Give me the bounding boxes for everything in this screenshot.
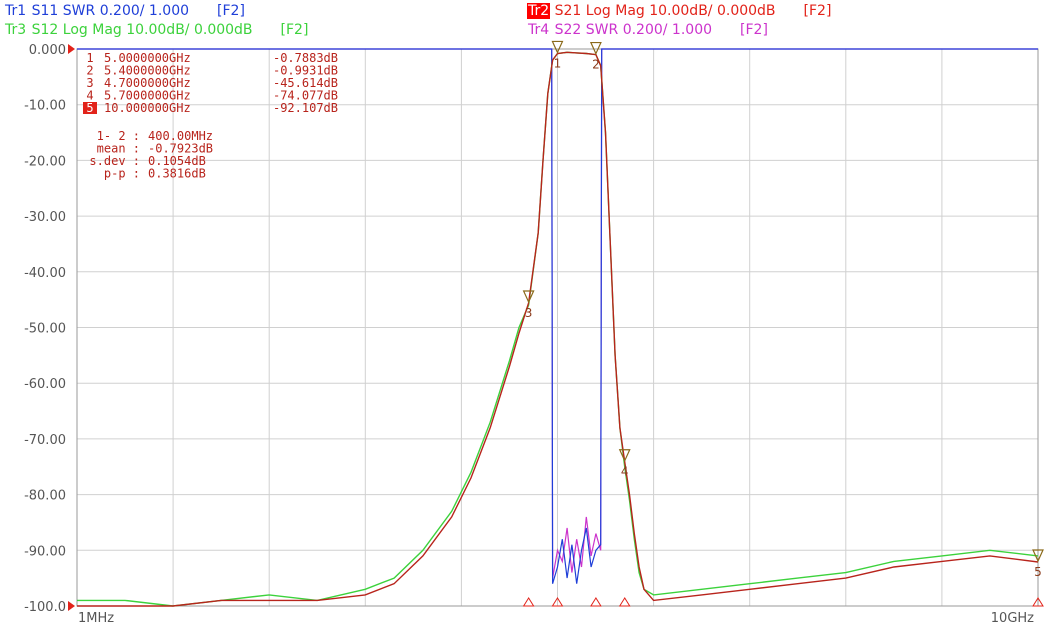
y-tick-labels: 0.000 -10.00 -20.00 -30.00 -40.00 -50.00 -60.0… <box>24 43 75 615</box>
y-tick-label: -80.00 <box>24 489 66 504</box>
x-stop-label: 10GHz <box>991 611 1034 624</box>
y-tick-label: -100.0 <box>24 600 66 615</box>
y-tick-label: -70.00 <box>24 433 66 448</box>
y-tick-label: -40.00 <box>24 266 66 281</box>
marker-row-freq: 10.000000GHz <box>104 101 191 115</box>
y-tick-label: 0.000 <box>29 43 66 58</box>
y-tick-label: -10.00 <box>24 99 66 114</box>
marker-table: 1 5.0000000GHz -0.7883dB2 5.4000000GHz -0.99… <box>83 51 338 181</box>
y-tick-label: -30.00 <box>24 210 66 225</box>
sparameter-plot[interactable]: 0.000 -10.00 -20.00 -30.00 -40.00 -50.00 -60.0… <box>0 0 1045 624</box>
ref-arrow-icon <box>68 44 75 54</box>
marker-1-label: 1 <box>554 56 562 70</box>
stat-value: 0.3816dB <box>148 167 206 181</box>
marker-4-label: 4 <box>621 465 629 479</box>
x-axis-labels: 1MHz 10GHz <box>78 611 1034 624</box>
y-tick-label: -50.00 <box>24 322 66 337</box>
y-tick-label: -90.00 <box>24 544 66 559</box>
stat-label: p-p : <box>104 167 140 181</box>
marker-4-stimulus-icon <box>618 597 631 607</box>
marker-row-id[interactable]: 5 <box>86 101 93 115</box>
vna-screen: Tr1 S11 SWR 0.200/ 1.000 [F2] Tr3 S12 Log… <box>0 0 1045 624</box>
plot-grid <box>76 48 1039 607</box>
marker-2-icon[interactable] <box>589 41 602 56</box>
marker-row-value: -92.107dB <box>273 101 338 115</box>
marker-5-label: 5 <box>1034 565 1042 579</box>
y-tick-label: -20.00 <box>24 154 66 169</box>
y-tick-label: -60.00 <box>24 377 66 392</box>
marker-2-label: 2 <box>592 58 600 72</box>
ref-arrow-icon <box>68 601 75 611</box>
marker-2-stimulus-icon <box>589 597 602 607</box>
marker-3-stimulus-icon <box>522 597 535 607</box>
marker-3-label: 3 <box>525 306 533 320</box>
x-start-label: 1MHz <box>78 611 114 624</box>
